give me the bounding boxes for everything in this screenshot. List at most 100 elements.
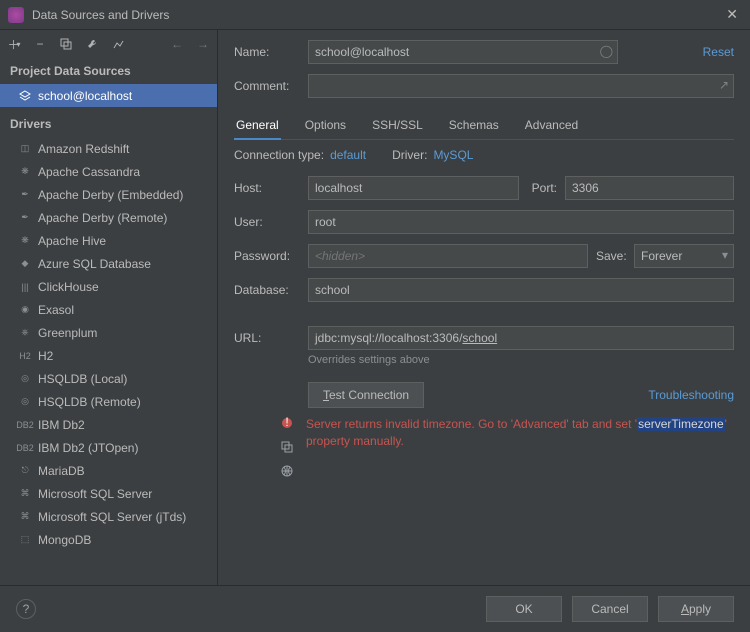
drivers-header: Drivers [0,107,217,137]
url-input[interactable]: jdbc:mysql://localhost:3306/school [308,326,734,350]
driver-label: IBM Db2 (JTOpen) [38,441,138,455]
driver-label: IBM Db2 [38,418,85,432]
password-input[interactable] [308,244,588,268]
error-icon: ! [280,416,294,430]
driver-icon: ❋ [18,166,32,177]
driver-label: Microsoft SQL Server [38,487,152,501]
driver-item[interactable]: ⬚MongoDB [0,528,217,551]
driver-item[interactable]: DB2IBM Db2 (JTOpen) [0,436,217,459]
apply-button[interactable]: Apply [658,596,734,622]
app-icon [8,7,24,23]
tab-advanced[interactable]: Advanced [523,112,580,139]
driver-icon: ⎋ [18,465,32,476]
driver-label: Microsoft SQL Server (jTds) [38,510,186,524]
host-label: Host: [234,181,300,195]
port-label: Port: [527,181,557,195]
tabs: General Options SSH/SSL Schemas Advanced [234,112,734,140]
close-icon[interactable]: ✕ [722,6,742,23]
comment-input[interactable]: ↗ [308,74,734,98]
wrench-icon[interactable] [84,36,100,52]
driver-icon: ❋ [18,235,32,246]
driver-icon: ◫ [18,143,32,154]
port-input[interactable] [565,176,734,200]
copy-error-icon[interactable] [280,440,294,454]
window-title: Data Sources and Drivers [32,8,722,22]
driver-item[interactable]: ❋ Apache Hive [0,229,217,252]
globe-icon[interactable] [280,464,294,478]
driver-label: HSQLDB (Local) [38,372,127,386]
sidebar: ＋▾ − ← → Project Data Sources school@loc… [0,30,218,585]
driver-item[interactable]: H2H2 [0,344,217,367]
back-icon[interactable]: ← [169,36,185,52]
error-message: Server returns invalid timezone. Go to '… [306,416,734,478]
password-label: Password: [234,249,300,263]
tab-options[interactable]: Options [303,112,348,139]
driver-icon: ⎈ [18,327,32,338]
conn-type-value[interactable]: default [330,148,366,162]
add-icon[interactable]: ＋▾ [6,36,22,52]
driver-label: Apache Cassandra [38,165,140,179]
reset-link[interactable]: Reset [703,45,734,59]
driver-label: Amazon Redshift [38,142,129,156]
driver-item[interactable]: ✒Apache Derby (Embedded) [0,183,217,206]
sidebar-toolbar: ＋▾ − ← → [0,30,217,58]
content-panel: Name: school@localhost ◯ Reset Comment: … [218,30,750,585]
database-input[interactable] [308,278,734,302]
driver-item[interactable]: ◎HSQLDB (Remote) [0,390,217,413]
driver-icon: ◆ [18,258,32,269]
copy-icon[interactable] [58,36,74,52]
driver-label: Apache Derby (Remote) [38,211,167,225]
driver-icon: ⌘ [18,488,32,499]
tab-general[interactable]: General [234,112,281,140]
troubleshooting-link[interactable]: Troubleshooting [648,388,734,402]
driver-label: Apache Hive [38,234,106,248]
driver-item[interactable]: ⌘ Microsoft SQL Server [0,482,217,505]
clear-icon[interactable]: ◯ [600,44,613,58]
remove-icon[interactable]: − [32,36,48,52]
driver-item[interactable]: ◆Azure SQL Database [0,252,217,275]
svg-text:!: ! [285,417,288,429]
help-icon[interactable]: ? [16,599,36,619]
driver-item[interactable]: ◎ HSQLDB (Local) [0,367,217,390]
driver-item[interactable]: ⎋ MariaDB [0,459,217,482]
datasource-icon [18,90,32,102]
user-input[interactable] [308,210,734,234]
driver-label: HSQLDB (Remote) [38,395,141,409]
driver-label: ClickHouse [38,280,99,294]
driver-icon: ⌘ [18,511,32,522]
name-label: Name: [234,45,300,59]
driver-item[interactable]: ⎈Greenplum [0,321,217,344]
driver-icon: ✒ [18,189,32,200]
user-label: User: [234,215,300,229]
driver-label: Exasol [38,303,74,317]
host-input[interactable] [308,176,519,200]
driver-item[interactable]: ⌘ Microsoft SQL Server (jTds) [0,505,217,528]
driver-label: MariaDB [38,464,85,478]
driver-icon: ◎ [18,373,32,384]
driver-label: MongoDB [38,533,91,547]
database-label: Database: [234,283,300,297]
save-select[interactable]: Forever [634,244,734,268]
driver-item[interactable]: ❋ Apache Cassandra [0,160,217,183]
tab-sshssl[interactable]: SSH/SSL [370,112,425,139]
conn-type-label: Connection type: [234,148,324,162]
data-source-item[interactable]: school@localhost [0,84,217,107]
forward-icon[interactable]: → [195,36,211,52]
driver-item[interactable]: DB2IBM Db2 [0,413,217,436]
driver-label: Driver: [392,148,427,162]
ok-button[interactable]: OK [486,596,562,622]
driver-value[interactable]: MySQL [433,148,473,162]
driver-item[interactable]: ✒Apache Derby (Remote) [0,206,217,229]
revert-icon[interactable] [110,36,126,52]
cancel-button[interactable]: Cancel [572,596,648,622]
tab-schemas[interactable]: Schemas [447,112,501,139]
footer: ? OK Cancel Apply [0,585,750,632]
test-connection-button[interactable]: TTest Connectionest Connection [308,382,424,408]
name-input[interactable]: school@localhost ◯ [308,40,618,64]
expand-icon[interactable]: ↗ [719,78,729,92]
driver-icon: ◉ [18,304,32,315]
driver-item[interactable]: ◫ Amazon Redshift [0,137,217,160]
driver-item[interactable]: ||| ClickHouse [0,275,217,298]
driver-icon: ||| [18,282,32,292]
driver-item[interactable]: ◉ Exasol [0,298,217,321]
